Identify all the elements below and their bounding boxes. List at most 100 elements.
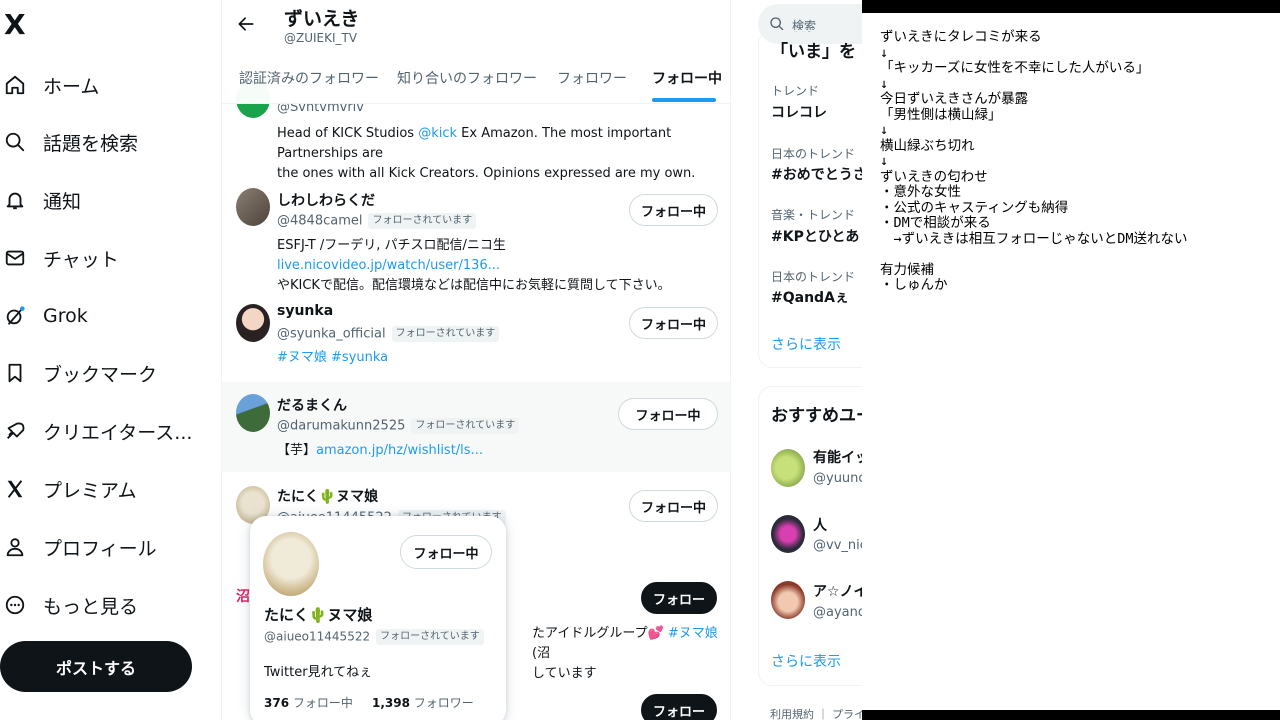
nav-notifications[interactable]: 通知	[4, 180, 81, 220]
nav-chat[interactable]: チャット	[4, 238, 119, 278]
user-row[interactable]: しわしわらくだ @4848camel フォローされています ESFJ-T /フーデ…	[222, 184, 730, 293]
user-name[interactable]: たにく🌵ヌマ娘	[277, 486, 378, 506]
bio-link[interactable]: @kick	[418, 126, 457, 141]
user-hovercard: フォロー中 たにく🌵ヌマ娘 @aiueo11445522 フォローされています T…	[250, 516, 506, 720]
trend-item[interactable]: #KPとひとあし	[771, 226, 862, 246]
following-count-link[interactable]: 376 フォロー中	[264, 696, 353, 710]
nav-label: チャット	[43, 248, 119, 271]
bio-link[interactable]: #ヌマ娘	[668, 626, 718, 641]
recommend-name[interactable]: 人	[813, 515, 827, 535]
follow-button[interactable]: フォロー	[641, 582, 717, 614]
follows-you-badge: フォローされています	[391, 326, 500, 342]
bio-link[interactable]: #ヌマ娘 #syunka	[277, 350, 388, 365]
bio-link[interactable]: amazon.jp/hz/wishlist/ls...	[316, 443, 483, 458]
right-sidebar: 検索 「いま」を トレンド コレコレ 日本のトレンド #おめでとうさく 音楽・ト…	[740, 0, 862, 720]
nav-creator-studio[interactable]: クリエイタース...	[4, 411, 192, 451]
followers-count-link[interactable]: 1,398 フォロワー	[372, 696, 474, 710]
post-button[interactable]: ポストする	[0, 641, 192, 692]
nav-home[interactable]: ホーム	[4, 65, 99, 105]
user-bio: ESFJ-T /フーデリ, パチスロ配信/ニコ生 live.nicovideo.…	[277, 238, 671, 293]
user-row[interactable]: だるまくん @darumakunn2525 フォローされています 【芋】amazo…	[222, 382, 730, 472]
avatar[interactable]	[771, 581, 805, 619]
notes-bottom-bar	[862, 710, 1280, 720]
notes-text[interactable]: ずいえきにタレコミが来る ↓ 「キッカーズに女性を不幸にした人がいる」 ↓ 今日…	[880, 29, 1187, 294]
home-icon	[4, 74, 26, 96]
search-icon	[4, 131, 26, 153]
back-arrow-icon[interactable]	[236, 14, 256, 34]
trend-item[interactable]: #おめでとうさく	[771, 164, 862, 184]
user-handle: @4848camel フォローされています	[277, 213, 477, 229]
footer-links[interactable]: 利用規約 ｜ プライバ	[770, 706, 862, 720]
tab-following[interactable]: フォロー中	[652, 68, 722, 88]
trends-title: 「いま」を	[771, 42, 856, 62]
nav-label: プレミアム	[43, 479, 137, 502]
nav-label: もっと見る	[43, 595, 139, 618]
person-icon	[4, 536, 26, 558]
user-bio: 【芋】amazon.jp/hz/wishlist/ls...	[277, 443, 483, 458]
trend-item[interactable]: コレコレ	[771, 102, 827, 122]
nav-label: 話題を検索	[43, 132, 139, 155]
nav-profile[interactable]: プロフィール	[4, 527, 157, 567]
recommend-name[interactable]: ア☆ノイ	[813, 581, 862, 601]
mail-icon	[4, 247, 26, 269]
rocket-icon	[4, 420, 26, 442]
nav-grok[interactable]: Grok	[4, 296, 88, 336]
more-circle-icon	[4, 594, 26, 616]
hovercard-handle: @aiueo11445522 フォローされています	[264, 629, 484, 645]
profile-name: ずいえき	[284, 8, 360, 30]
following-button[interactable]: フォロー中	[400, 535, 492, 569]
follows-you-badge: フォローされています	[376, 629, 484, 645]
follow-button[interactable]: フォロー	[641, 694, 717, 720]
nav-label: ホーム	[43, 75, 100, 98]
user-name[interactable]: だるまくん	[277, 395, 347, 415]
nav-label: プロフィール	[43, 537, 157, 560]
notes-top-bar	[862, 0, 1280, 13]
tab-known-followers[interactable]: 知り合いのフォロワー	[397, 68, 537, 88]
hovercard-bio: Twitter見れてねぇ	[264, 665, 373, 680]
follows-you-badge: フォローされています	[368, 213, 477, 229]
nav-premium[interactable]: プレミアム	[4, 469, 137, 509]
grok-icon	[4, 305, 26, 327]
user-name[interactable]: syunka	[277, 303, 333, 319]
following-button[interactable]: フォロー中	[618, 398, 718, 430]
avatar[interactable]	[236, 304, 270, 342]
user-handle: @syunka_official フォローされています	[277, 326, 500, 342]
notes-overlay: ずいえきにタレコミが来る ↓ 「キッカーズに女性を不幸にした人がいる」 ↓ 今日…	[862, 0, 1280, 720]
recommend-handle: @vv_nico	[813, 538, 862, 553]
profile-handle: @ZUIEKI_TV	[284, 31, 358, 45]
hovercard-name[interactable]: たにく🌵ヌマ娘	[264, 604, 372, 625]
avatar[interactable]	[771, 449, 805, 487]
x-logo-icon[interactable]: X	[4, 11, 30, 39]
hovercard-stats: 376 フォロー中 1,398 フォロワー	[264, 694, 474, 711]
following-button[interactable]: フォロー中	[629, 194, 718, 226]
user-bio: Head of KICK Studios @kick Ex Amazon. Th…	[277, 126, 696, 181]
avatar[interactable]	[236, 188, 270, 226]
nav-bookmarks[interactable]: ブックマーク	[4, 353, 157, 393]
show-more-link[interactable]: さらに表示	[771, 651, 841, 671]
avatar[interactable]	[236, 394, 270, 432]
nav-explore[interactable]: 話題を検索	[4, 122, 138, 162]
follows-you-badge: フォローされています	[411, 418, 520, 434]
show-more-link[interactable]: さらに表示	[771, 334, 841, 354]
tab-followers[interactable]: フォロワー	[557, 68, 627, 88]
user-name[interactable]: しわしわらくだ	[277, 190, 375, 210]
user-handle: @darumakunn2525 フォローされています	[277, 418, 520, 434]
following-button[interactable]: フォロー中	[629, 490, 718, 522]
trend-meta: トレンド	[771, 84, 820, 98]
recommend-name[interactable]: 有能イッ	[813, 447, 862, 467]
avatar[interactable]	[263, 532, 319, 596]
following-button[interactable]: フォロー中	[629, 307, 718, 339]
avatar[interactable]	[771, 515, 805, 553]
nav-label: ブックマーク	[43, 363, 158, 386]
trend-item[interactable]: #QandAぇ	[771, 287, 849, 307]
nav-more[interactable]: もっと見る	[4, 585, 138, 625]
bio-link[interactable]: live.nicovideo.jp/watch/user/136...	[277, 258, 500, 273]
recommend-handle: @yuunoi	[813, 471, 862, 486]
screen: X ホーム 話題を検索 通知 チャット Grok ブックマーク クリエイタース.…	[0, 0, 1280, 720]
tab-verified-followers[interactable]: 認証済みのフォロワー	[239, 68, 379, 88]
profile-header: ずいえき @ZUIEKI_TV 認証済みのフォロワー 知り合いのフォロワー フォ…	[222, 0, 730, 104]
trend-meta: 音楽・トレンド	[771, 208, 856, 222]
x-logo-icon	[4, 478, 26, 500]
user-name-partial[interactable]: 沼	[236, 586, 250, 606]
user-row[interactable]: syunka @syunka_official フォローされています #ヌマ娘 #…	[222, 290, 730, 382]
